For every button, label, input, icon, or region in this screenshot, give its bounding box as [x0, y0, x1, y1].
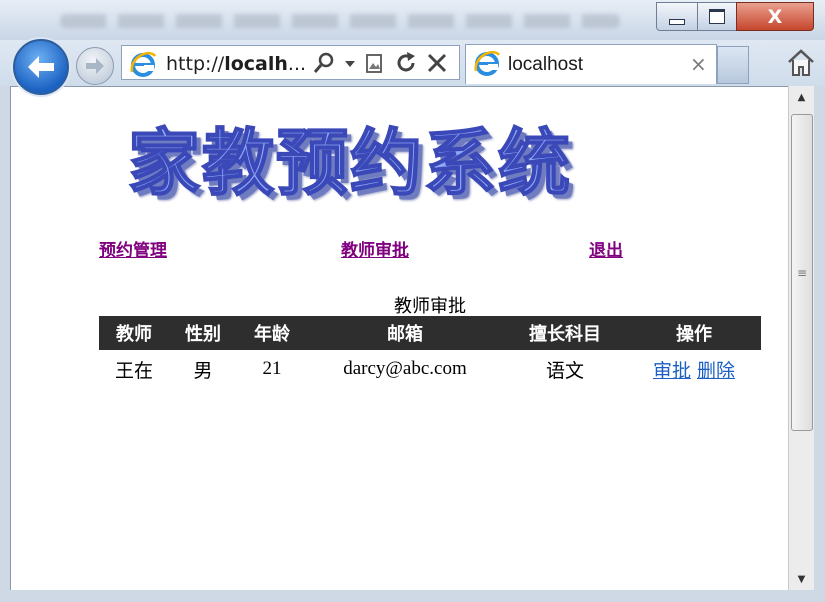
vertical-scrollbar[interactable]: ▲ ≡ ▼ [788, 86, 814, 590]
tab-title: localhost [508, 54, 583, 75]
maximize-button[interactable] [697, 2, 737, 31]
approve-link[interactable]: 审批 [653, 360, 691, 382]
close-icon: X [767, 5, 783, 28]
cell-teacher: 王在 [114, 359, 153, 382]
refresh-icon[interactable] [394, 51, 418, 75]
new-tab-button[interactable] [717, 46, 749, 84]
table-row: 王在 男 21 darcy@abc.com 语文 审批 删除 [99, 350, 761, 388]
header-email: 邮箱 [307, 316, 503, 350]
scroll-thumb[interactable]: ≡ [791, 114, 813, 431]
table-header-row: 教师 性别 年龄 邮箱 擅长科目 操作 [99, 316, 761, 350]
nav-teacher-approval-link[interactable]: 教师审批 [341, 236, 409, 261]
teacher-approval-table: 教师 性别 年龄 邮箱 擅长科目 操作 王在 男 21 darcy@abc.co… [99, 316, 761, 388]
dropdown-icon[interactable] [344, 51, 356, 75]
minimize-icon [669, 18, 685, 25]
address-bar[interactable]: http://localh... [121, 45, 460, 80]
back-button[interactable] [13, 39, 69, 95]
nav-appointments-link[interactable]: 预约管理 [99, 236, 167, 261]
forward-button[interactable] [76, 47, 114, 85]
scroll-up-arrow-icon[interactable]: ▲ [789, 86, 814, 108]
blurred-menu-bar [60, 14, 620, 28]
close-window-button[interactable]: X [736, 2, 814, 31]
tab-localhost[interactable]: localhost × [465, 44, 717, 84]
header-subject: 擅长科目 [503, 316, 627, 350]
cell-email: darcy@abc.com [343, 358, 467, 379]
header-age: 年龄 [237, 316, 307, 350]
delete-link[interactable]: 删除 [697, 360, 735, 382]
search-icon[interactable] [312, 51, 336, 75]
compatibility-view-icon[interactable] [364, 51, 386, 75]
back-arrow-icon [28, 56, 54, 78]
cell-gender: 男 [193, 359, 213, 382]
address-url: http://localh... [166, 53, 306, 75]
minimize-button[interactable] [656, 2, 698, 31]
ie-tab-icon [474, 50, 500, 76]
ie-page-icon [130, 51, 156, 77]
url-host: localh [224, 53, 288, 75]
status-bar [0, 590, 825, 602]
table-caption: 教师审批 [394, 296, 466, 317]
header-actions: 操作 [627, 316, 761, 350]
site-logo: 家教预约系统 [127, 119, 573, 206]
home-icon[interactable] [786, 48, 816, 78]
address-tools [312, 51, 448, 75]
url-ellipsis: ... [287, 53, 307, 75]
tab-close-icon[interactable]: × [690, 52, 707, 76]
cell-age: 21 [262, 358, 282, 379]
url-prefix: http:// [166, 53, 225, 75]
maximize-icon [709, 9, 725, 24]
forward-arrow-icon [86, 58, 104, 74]
stop-icon[interactable] [426, 51, 448, 75]
header-teacher: 教师 [99, 316, 169, 350]
scroll-down-arrow-icon[interactable]: ▼ [789, 568, 814, 590]
nav-logout-link[interactable]: 退出 [589, 236, 623, 261]
window-title-bar: X [0, 0, 825, 40]
cell-subject: 语文 [545, 359, 584, 382]
cell-actions: 审批 删除 [627, 350, 761, 388]
header-gender: 性别 [169, 316, 237, 350]
